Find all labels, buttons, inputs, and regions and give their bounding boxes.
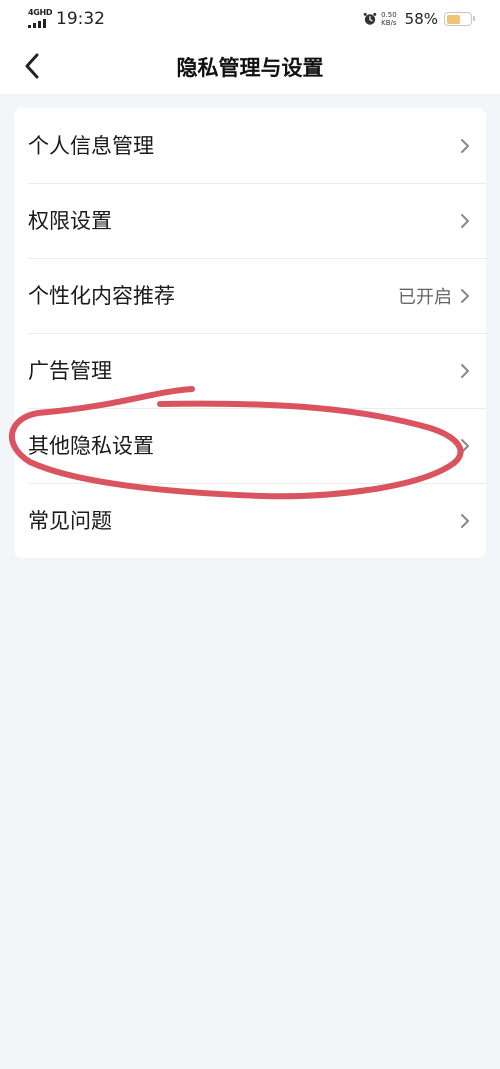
battery-level-fill [446,14,460,24]
status-right: 0.50 KB/s 58% [363,10,475,28]
menu-item-label: 广告管理 [28,358,112,383]
menu-item-personal-info[interactable]: 个人信息管理 [14,108,486,183]
status-bar: 4GHD 19:32 0.50 KB/s 58% [0,0,500,40]
battery-icon [444,12,475,26]
alarm-icon [363,12,377,25]
status-time: 19:32 [56,9,105,29]
chevron-right-icon [461,513,469,528]
chevron-right-icon [461,363,469,378]
navigation-bar: 隐私管理与设置 [0,40,500,94]
menu-item-value: 已开启 [398,286,452,308]
speed-unit: KB/s [381,19,397,27]
menu-item-personalized-recommendation[interactable]: 个性化内容推荐 已开启 [14,258,486,333]
network-speed: 0.50 KB/s [381,11,397,27]
page-title: 隐私管理与设置 [176,56,324,80]
menu-item-permissions[interactable]: 权限设置 [14,183,486,258]
menu-item-label: 个人信息管理 [28,133,154,158]
network-type-label: 4GHD [28,8,53,17]
menu-item-label: 其他隐私设置 [28,433,154,458]
menu-item-faq[interactable]: 常见问题 [14,483,486,558]
chevron-right-icon [461,288,469,303]
menu-item-label: 个性化内容推荐 [28,283,175,308]
chevron-right-icon [461,213,469,228]
menu-item-label: 常见问题 [28,508,112,533]
battery-percent: 58% [404,10,438,28]
privacy-menu-card: 个人信息管理 权限设置 个性化内容推荐 已开启 广告管理 其他隐私设置 常见问题 [14,108,486,558]
menu-item-label: 权限设置 [28,208,112,233]
signal-indicator: 4GHD [28,8,53,29]
menu-item-other-privacy[interactable]: 其他隐私设置 [14,408,486,483]
chevron-right-icon [461,438,469,453]
menu-item-ad-management[interactable]: 广告管理 [14,333,486,408]
signal-bars-icon [28,19,46,28]
status-left: 4GHD 19:32 [28,9,105,29]
chevron-right-icon [461,138,469,153]
speed-value: 0.50 [381,11,397,19]
